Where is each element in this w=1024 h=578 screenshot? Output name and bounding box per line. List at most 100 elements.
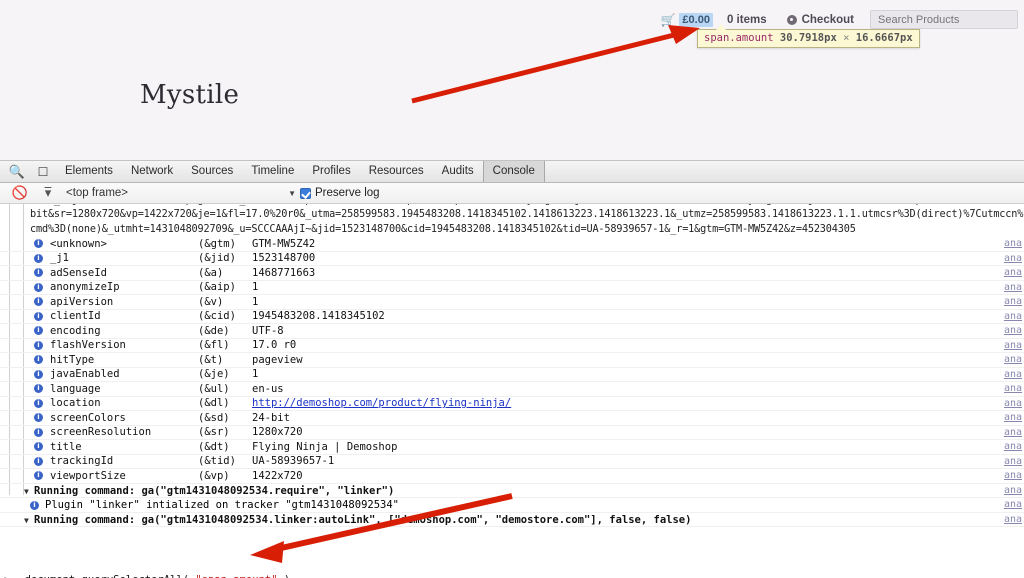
source-file-link[interactable]: ana [1004,440,1022,455]
site-logo[interactable]: Mystile [140,80,239,110]
property-value: 1945483208.1418345102 [252,309,1024,324]
analytics-property-row: iencoding(&de)UTF-8ana [0,324,1024,339]
property-value[interactable]: http://demoshop.com/product/flying-ninja… [252,396,1024,411]
cart-items-count: 0 items [727,14,767,26]
source-file-link[interactable]: ana [1004,252,1022,267]
analytics-property-row: ianonymizeIp(&aip)1ana [0,281,1024,296]
hit-url-line: bit&sr=1280x720&vp=1422x720&je=1&fl=17.0… [30,208,1024,222]
running-command-row: ▼Running command: ga("gtm1431048092534.l… [0,513,1024,528]
web-page-area: 🛒 £0.00 0 items Checkout span.amount 30.… [0,0,1024,160]
property-key: (&sd) [198,411,252,426]
property-name: javaEnabled [50,367,198,382]
disclosure-triangle-icon[interactable]: ▼ [24,485,34,499]
cart-amount[interactable]: £0.00 [679,13,713,27]
tab-network[interactable]: Network [122,161,182,182]
tooltip-height: 16.6667px [856,32,913,44]
search-input[interactable] [870,10,1018,29]
info-icon: i [34,297,43,306]
info-icon: i [34,312,43,321]
source-file-link[interactable]: ana [1004,411,1022,426]
property-key: (&aip) [198,280,252,295]
analytics-property-row: ihitType(&t)pageviewana [0,353,1024,368]
inspector-tooltip: span.amount 30.7918px × 16.6667px [697,29,920,48]
analytics-property-row: iscreenResolution(&sr)1280x720ana [0,426,1024,441]
tab-sources[interactable]: Sources [182,161,242,182]
property-key: (&t) [198,353,252,368]
source-file-link[interactable]: ana [1004,324,1022,339]
info-icon: i [34,268,43,277]
analytics-property-row: i screenColors(&sd)24-bitana [0,411,1024,426]
info-icon: i [34,239,43,248]
analytics-property-row: iviewportSize(&vp)1422x720ana [0,469,1024,484]
property-key: (&dt) [198,440,252,455]
source-file-link[interactable]: ana [1004,484,1022,499]
device-toggle-icon[interactable]: ☐ [30,165,56,179]
property-key: (&jid) [198,251,252,266]
property-name: screenResolution [50,425,198,440]
source-file-link[interactable]: ana [1004,353,1022,368]
property-name: _j1 [50,251,198,266]
analytics-property-row: iflashVersion(&fl)17.0 r0ana [0,339,1024,354]
tab-audits[interactable]: Audits [433,161,483,182]
property-key: (&je) [198,367,252,382]
checkout-link[interactable]: Checkout [787,14,854,26]
source-file-link[interactable]: ana [1004,281,1022,296]
preserve-log-toggle[interactable]: Preserve log [300,187,380,199]
tab-console[interactable]: Console [483,161,545,182]
info-icon: i [34,413,43,422]
clear-console-icon[interactable]: 🚫 [6,185,34,201]
disclosure-triangle-icon[interactable]: ▼ [24,514,34,528]
info-icon: i [34,370,43,379]
frame-select[interactable]: <top frame> ▼ [66,187,296,199]
property-value: 17.0 r0 [252,338,1024,353]
property-key: (&dl) [198,396,252,411]
frame-select-value: <top frame> [66,187,128,199]
source-file-link[interactable]: ana [1004,498,1022,513]
info-icon: i [34,399,43,408]
property-name: encoding [50,324,198,339]
property-value: Flying Ninja | Demoshop [252,440,1024,455]
running-command-row: ▼Running command: ga("gtm1431048092534.r… [0,484,1024,499]
source-file-link[interactable]: ana [1004,397,1022,412]
console-input-row[interactable]: > document.querySelectorAll( "span.amoun… [0,572,1024,578]
cart-icon[interactable]: 🛒 [660,13,674,27]
source-file-link[interactable]: ana [1004,455,1022,470]
source-file-link[interactable]: ana [1004,368,1022,383]
property-key: (&cid) [198,309,252,324]
tooltip-separator: × [843,32,849,44]
filter-icon[interactable]: ▾̅ [34,185,62,201]
analytics-property-row: i clientId(&cid)1945483208.1418345102ana [0,310,1024,325]
property-value: 24-bit [252,411,1024,426]
source-file-link[interactable]: ana [1004,469,1022,484]
plugin-log-row: iPlugin "linker" intialized on tracker "… [0,498,1024,513]
tab-timeline[interactable]: Timeline [242,161,303,182]
tab-profiles[interactable]: Profiles [303,161,359,182]
source-file-link[interactable]: ana [1004,295,1022,310]
analytics-property-row: itrackingId(&tid)UA-58939657-1ana [0,455,1024,470]
property-value: 1 [252,280,1024,295]
analytics-property-row: ilocation(&dl)http://demoshop.com/produc… [0,397,1024,412]
analytics-property-row: ititle(&dt)Flying Ninja | Demoshopana [0,440,1024,455]
property-name: hitType [50,353,198,368]
property-name: screenColors [50,411,198,426]
top-bar-controls: 🛒 £0.00 0 items Checkout [660,10,1018,29]
source-file-link[interactable]: ana [1004,310,1022,325]
property-value-link[interactable]: http://demoshop.com/product/flying-ninja… [252,397,511,409]
source-file-link[interactable]: ana [1004,382,1022,397]
preserve-log-checkbox[interactable] [300,188,311,199]
source-file-link[interactable]: ana [1004,266,1022,281]
property-name: clientId [50,309,198,324]
source-file-link[interactable]: ana [1004,237,1022,252]
tab-resources[interactable]: Resources [360,161,433,182]
property-name: viewportSize [50,469,198,484]
property-key: (&vp) [198,469,252,484]
source-file-link[interactable]: ana [1004,513,1022,528]
search-icon[interactable]: 🔍 [4,164,30,180]
source-file-link[interactable]: ana [1004,426,1022,441]
info-icon: i [34,326,43,335]
console-output[interactable]: v=1&_v=j30&a=1468771663&t=pageview&_s=1&… [0,204,1024,578]
analytics-properties-list: i<unknown>(&gtm)GTM-MW5Z42anai_j1(&jid)1… [0,237,1024,484]
console-expression-tail: ) [284,574,290,578]
tab-elements[interactable]: Elements [56,161,122,182]
source-file-link[interactable]: ana [1004,339,1022,354]
